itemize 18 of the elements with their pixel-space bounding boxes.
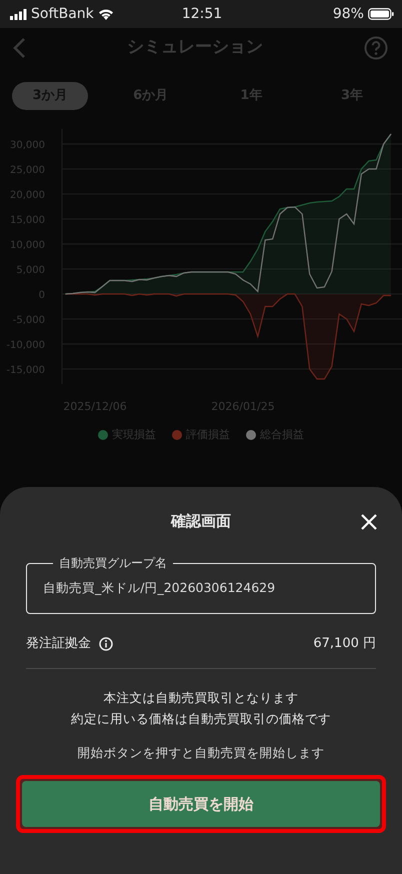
info-icon[interactable] (99, 636, 113, 651)
margin-value: 67,100 円 (313, 635, 376, 653)
start-button[interactable]: 自動売買を開始 (22, 781, 380, 827)
text-field[interactable]: 自動売買グループ名 自動売買_米ドル/円_20260306124629 (26, 557, 376, 614)
input-field[interactable]: 自動売買_米ドル/円_20260306124629 (43, 579, 359, 598)
notice-text: 約定に用いる価格は自動売買取引の価格です (71, 711, 331, 726)
dialog-title: 確認画面 (171, 512, 231, 530)
wifi-icon (98, 8, 114, 20)
line-series (64, 133, 392, 295)
status-time: 12:51 (182, 4, 222, 24)
battery-icon (368, 8, 394, 20)
start-hint: 開始ボタンを押すと自動売買を開始します (76, 744, 326, 762)
notice-text: 本注文は自動売買取引となります (104, 690, 298, 704)
battery-percent: 98% (332, 4, 364, 24)
margin-label: 発注証拠金 (26, 635, 91, 653)
signal-icon (10, 8, 27, 20)
carrier-name: SoftBank (31, 4, 94, 24)
field-label: 自動売買グループ名 (58, 557, 168, 569)
